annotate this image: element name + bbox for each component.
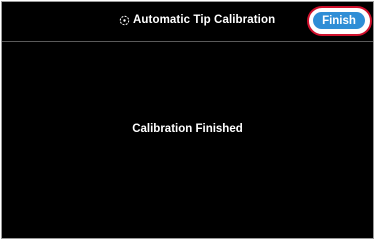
page-title: Automatic Tip Calibration (119, 14, 275, 26)
page-title-text: Automatic Tip Calibration (133, 14, 276, 26)
status-message: Calibration Finished (132, 123, 243, 135)
finish-button[interactable]: Finish (313, 12, 365, 29)
title-bar: Automatic Tip Calibration Finish (2, 2, 373, 42)
finish-button-highlight: Finish (307, 6, 372, 36)
calibration-target-icon (119, 15, 130, 25)
calibration-screen: Automatic Tip Calibration Finish Calibra… (1, 1, 374, 239)
